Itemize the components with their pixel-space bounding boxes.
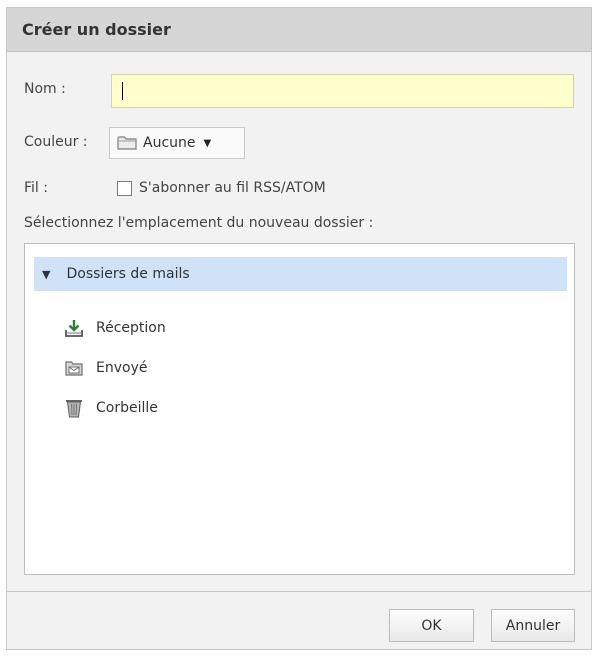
color-dropdown[interactable]: Aucune ▼ (109, 127, 245, 159)
tree-item-label: Corbeille (96, 400, 158, 416)
tree-item-inbox[interactable]: Réception (64, 316, 166, 340)
tree-item-label: Envoyé (96, 360, 148, 376)
folder-name-input[interactable] (111, 74, 574, 108)
location-label: Sélectionnez l'emplacement du nouveau do… (24, 215, 374, 231)
color-dropdown-value: Aucune (143, 135, 196, 151)
name-row: Nom : (24, 81, 66, 97)
create-folder-dialog: Créer un dossier Nom : Couleur : Aucune … (6, 7, 592, 650)
ok-button[interactable]: OK (389, 609, 474, 642)
subscribe-feed-label[interactable]: S'abonner au fil RSS/ATOM (139, 180, 326, 196)
text-cursor (122, 82, 123, 100)
dialog-title: Créer un dossier (22, 20, 171, 39)
feed-row: Fil : (24, 180, 48, 196)
chevron-down-icon: ▼ (203, 137, 212, 149)
tree-item-trash[interactable]: Corbeille (64, 396, 158, 420)
subscribe-feed-checkbox[interactable] (117, 181, 132, 196)
location-row: Sélectionnez l'emplacement du nouveau do… (24, 215, 373, 231)
cancel-button[interactable]: Annuler (491, 609, 575, 642)
folder-tree[interactable]: ▼ Dossiers de mails Réception Envoyé Cor… (24, 243, 575, 575)
feed-label: Fil : (24, 180, 48, 196)
dialog-titlebar[interactable]: Créer un dossier (7, 8, 591, 52)
tree-item-label: Réception (96, 320, 166, 336)
color-row: Couleur : (24, 134, 88, 150)
name-label: Nom : (24, 81, 66, 97)
color-label: Couleur : (24, 134, 88, 150)
tree-root-label: Dossiers de mails (66, 266, 190, 282)
feed-checkbox-label-row: S'abonner au fil RSS/ATOM (139, 180, 326, 196)
inbox-download-icon (64, 318, 84, 338)
tree-item-sent[interactable]: Envoyé (64, 356, 147, 380)
sent-folder-icon (64, 358, 84, 378)
footer-divider (7, 591, 591, 592)
folder-icon (117, 135, 137, 151)
trash-icon (64, 398, 84, 418)
tree-root-mail-folders[interactable]: ▼ Dossiers de mails (34, 257, 567, 291)
expand-triangle-icon[interactable]: ▼ (42, 268, 50, 281)
